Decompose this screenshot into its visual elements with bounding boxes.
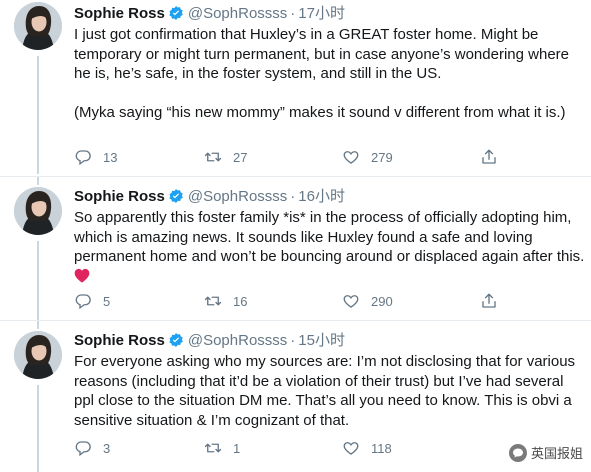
- separator-dot: ·: [290, 188, 296, 205]
- retweet-count: 27: [233, 149, 248, 165]
- tweet-paragraph: (Myka saying “his new mommy” makes it so…: [74, 103, 566, 121]
- tweet-actions: 3 1 118: [74, 439, 514, 459]
- retweet-icon: [204, 443, 222, 453]
- retweet-button[interactable]: 27: [204, 148, 247, 166]
- tweet-paragraph: For everyone asking who my sources are: …: [74, 353, 576, 429]
- avatar[interactable]: [14, 187, 62, 235]
- avatar[interactable]: [14, 331, 62, 379]
- heart-icon: [343, 295, 359, 308]
- tweet-paragraph: So apparently this foster family *is* in…: [74, 208, 586, 286]
- reply-button[interactable]: 5: [74, 292, 110, 310]
- like-count: 279: [371, 149, 393, 165]
- chat-bubble-icon: [512, 448, 523, 457]
- like-count: 290: [371, 293, 393, 309]
- thread-line: [37, 241, 39, 320]
- tweet-actions: 5 16 290: [74, 292, 514, 312]
- thread-line: [37, 56, 39, 174]
- tweet-header: Sophie Ross @SophRossss · 16小时: [74, 187, 345, 207]
- retweet-button[interactable]: 16: [204, 292, 247, 310]
- handle[interactable]: @SophRossss: [188, 188, 287, 205]
- retweet-icon: [204, 296, 222, 306]
- display-name[interactable]: Sophie Ross: [74, 188, 165, 205]
- reply-icon: [75, 150, 91, 166]
- thread-line: [37, 385, 39, 472]
- tweet[interactable]: Sophie Ross @SophRossss · 16小时 So apparentl…: [0, 177, 591, 320]
- reply-icon: [75, 441, 91, 457]
- profile-photo: [14, 331, 62, 379]
- tweet-paragraph-text: So apparently this foster family *is* in…: [74, 209, 585, 265]
- watermark-text: 英国报姐: [530, 447, 583, 462]
- timestamp[interactable]: 16小时: [298, 188, 345, 205]
- verified-badge-icon: [169, 333, 183, 347]
- tweet[interactable]: Sophie Ross @SophRossss · 15小时 For everyone…: [0, 321, 591, 472]
- retweet-count: 1: [233, 440, 241, 456]
- separator-dot: ·: [290, 332, 296, 349]
- reply-icon: [75, 294, 91, 310]
- retweet-icon: [204, 152, 222, 162]
- heart-icon: [343, 442, 359, 455]
- timestamp[interactable]: 17小时: [298, 5, 345, 22]
- like-button[interactable]: 118: [342, 439, 392, 457]
- reply-count: 3: [103, 440, 111, 456]
- verified-badge-icon: [169, 189, 183, 203]
- heart-icon: [343, 151, 359, 164]
- timestamp[interactable]: 15小时: [298, 332, 345, 349]
- tweet-header: Sophie Ross @SophRossss · 17小时: [74, 4, 345, 24]
- share-icon: [482, 293, 496, 308]
- tweet-paragraph: I just got confirmation that Huxley’s in…: [74, 26, 569, 82]
- avatar[interactable]: [14, 2, 62, 50]
- tweet-actions: 13 27 279: [74, 148, 514, 168]
- verified-badge-icon: [169, 6, 183, 20]
- display-name[interactable]: Sophie Ross: [74, 332, 165, 349]
- reply-button[interactable]: 3: [74, 439, 110, 457]
- thread-line: [37, 177, 39, 185]
- reply-button[interactable]: 13: [74, 148, 117, 166]
- handle[interactable]: @SophRossss: [188, 332, 287, 349]
- tweet-header: Sophie Ross @SophRossss · 15小时: [74, 331, 345, 351]
- profile-photo: [14, 187, 62, 235]
- handle[interactable]: @SophRossss: [188, 5, 287, 22]
- share-button[interactable]: [480, 148, 498, 166]
- like-count: 118: [371, 440, 392, 456]
- thread-line: [37, 321, 39, 329]
- display-name[interactable]: Sophie Ross: [74, 5, 165, 22]
- red-heart-icon: [74, 268, 90, 282]
- share-button[interactable]: [480, 292, 498, 310]
- tweet-text: I just got confirmation that Huxley’s in…: [74, 25, 586, 122]
- tweet[interactable]: Sophie Ross @SophRossss · 17小时 I just got c…: [0, 0, 591, 176]
- separator-dot: ·: [290, 5, 296, 22]
- watermark: 英国报姐: [508, 443, 583, 462]
- tweet-text: So apparently this foster family *is* in…: [74, 208, 586, 286]
- profile-photo: [14, 2, 62, 50]
- share-icon: [482, 149, 496, 164]
- like-button[interactable]: 279: [342, 148, 393, 166]
- reply-count: 13: [103, 149, 118, 165]
- retweet-button[interactable]: 1: [204, 439, 240, 457]
- watermark-logo-icon: [508, 443, 527, 462]
- retweet-count: 16: [233, 293, 248, 309]
- tweet-text: For everyone asking who my sources are: …: [74, 352, 586, 430]
- like-button[interactable]: 290: [342, 292, 393, 310]
- reply-count: 5: [103, 293, 111, 309]
